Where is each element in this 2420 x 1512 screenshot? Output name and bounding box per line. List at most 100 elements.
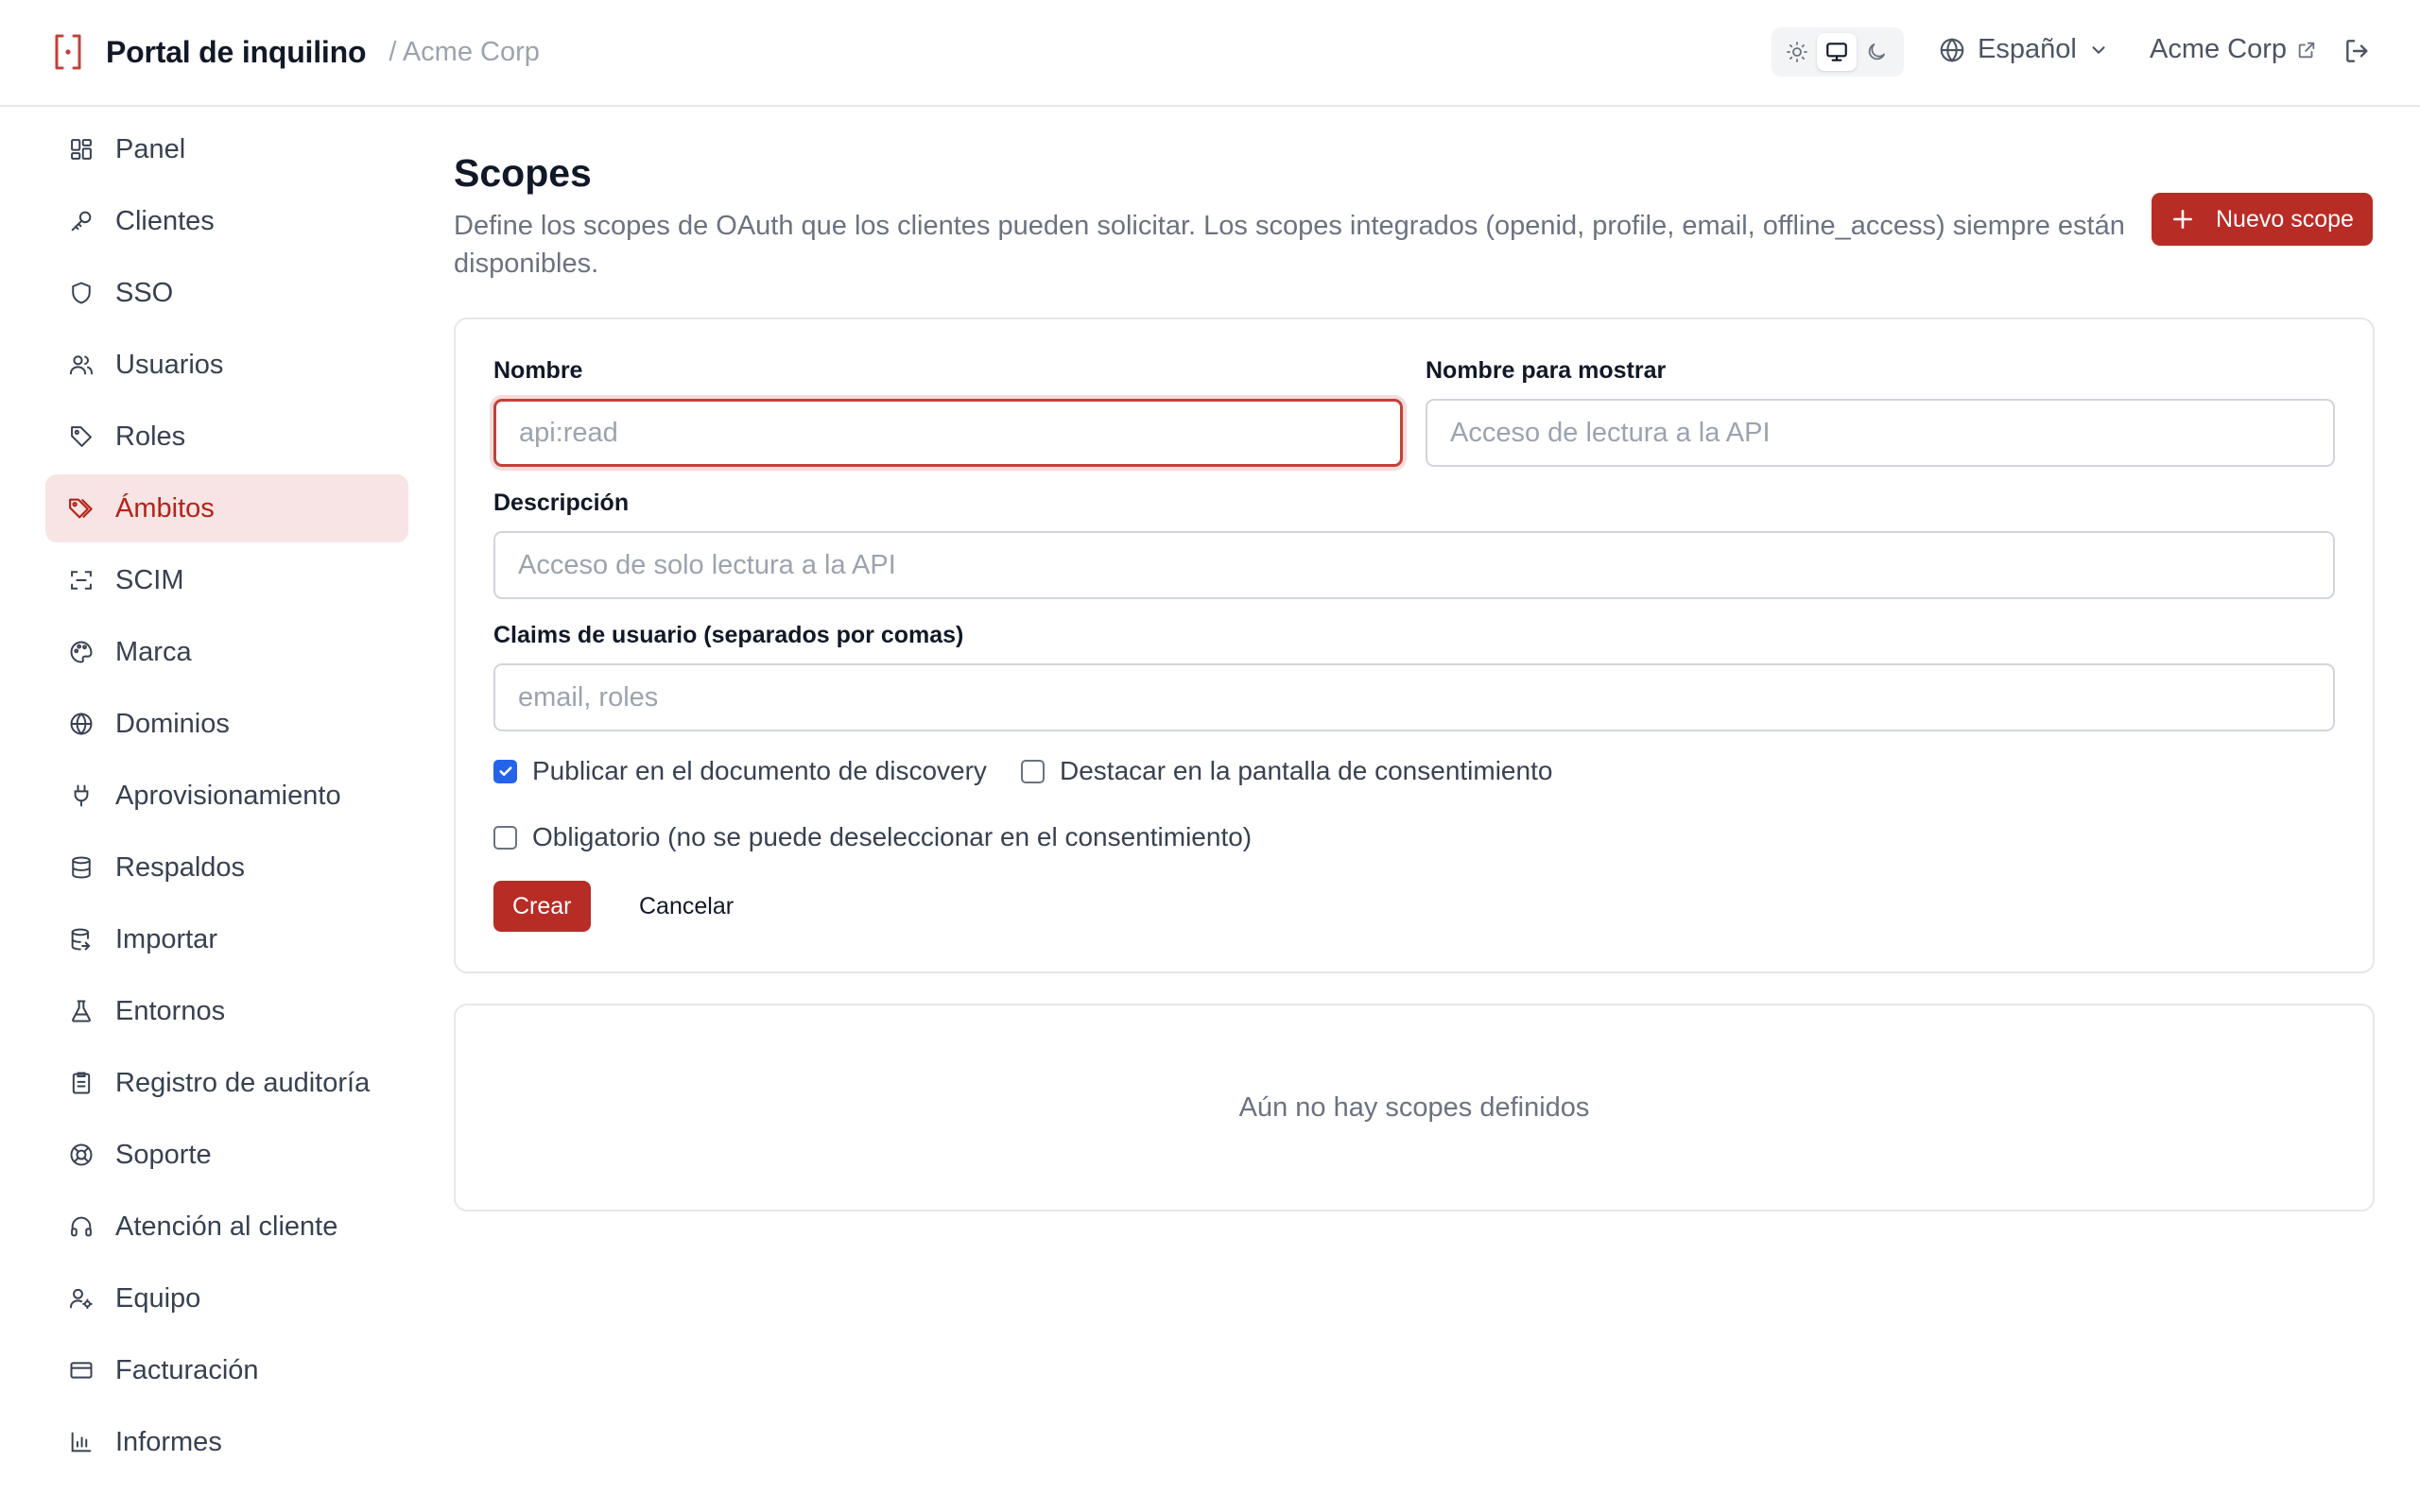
- globe-icon: [66, 709, 96, 739]
- sidebar-item-facturacion[interactable]: Facturación: [45, 1336, 408, 1404]
- sidebar-item-clientes[interactable]: Clientes: [45, 187, 408, 255]
- chevron-down-icon: [2092, 45, 2105, 54]
- theme-light-button[interactable]: [1777, 33, 1817, 71]
- tag-icon: [66, 421, 96, 452]
- sidebar-item-label: Aprovisionamiento: [115, 780, 341, 811]
- description-label: Descripción: [493, 490, 630, 516]
- checkbox-label: Destacar en la pantalla de consentimient…: [1060, 756, 1553, 785]
- key-icon: [66, 206, 96, 236]
- sidebar-item-label: SCIM: [115, 564, 184, 595]
- highlight-consent-checkbox[interactable]: Destacar en la pantalla de consentimient…: [1021, 756, 1552, 786]
- sidebar-item-importar[interactable]: Importar: [45, 905, 408, 973]
- moon-icon: [1868, 43, 1885, 60]
- sidebar-item-label: Entornos: [115, 995, 226, 1026]
- sidebar-item-label: Importar: [115, 923, 217, 954]
- page-description: Define los scopes de OAuth que los clien…: [454, 211, 2125, 279]
- user-cog-icon: [66, 1283, 96, 1314]
- clipboard-list-icon: [66, 1068, 96, 1098]
- sidebar-item-roles[interactable]: Roles: [45, 403, 408, 471]
- plus-icon: [2170, 207, 2195, 232]
- database-icon: [66, 852, 96, 883]
- required-checkbox[interactable]: Obligatorio (no se puede deseleccionar e…: [493, 822, 1252, 852]
- logout-button[interactable]: [2342, 36, 2373, 71]
- theme-system-button[interactable]: [1817, 33, 1857, 71]
- tenant-name: Acme Corp: [2150, 34, 2288, 64]
- users-icon: [66, 350, 96, 380]
- top-bar: Portal de inquilino / Acme Corp Español …: [0, 0, 2420, 107]
- sidebar-item-label: Marca: [115, 636, 192, 667]
- language-label: Español: [1978, 34, 2077, 64]
- theme-dark-button[interactable]: [1857, 33, 1896, 71]
- sidebar-item-dominios[interactable]: Dominios: [45, 690, 408, 758]
- sidebar-item-panel[interactable]: Panel: [45, 115, 408, 183]
- sidebar-item-label: Panel: [115, 133, 186, 164]
- sidebar-item-marca[interactable]: Marca: [45, 618, 408, 686]
- empty-state-message: Aún no hay scopes definidos: [1238, 1091, 1590, 1123]
- breadcrumb: / Acme Corp: [389, 36, 540, 67]
- publish-discovery-checkbox[interactable]: Publicar en el documento de discovery: [493, 756, 987, 786]
- theme-switch: [1772, 27, 1904, 77]
- check-icon: [498, 766, 512, 777]
- sidebar-item-usuarios[interactable]: Usuarios: [45, 331, 408, 399]
- sidebar-item-aprovisionamiento[interactable]: Aprovisionamiento: [45, 762, 408, 830]
- checkbox-label: Obligatorio (no se puede deseleccionar e…: [532, 822, 1253, 851]
- display-name-label: Nombre para mostrar: [1426, 357, 1667, 384]
- globe-icon: [1940, 37, 1964, 62]
- sidebar-item-label: Equipo: [115, 1282, 201, 1314]
- scopes-list-empty: Aún no hay scopes definidos: [454, 1004, 2375, 1211]
- palette-icon: [66, 637, 96, 667]
- sidebar-item-label: Ámbitos: [115, 492, 215, 524]
- layout-grid-icon: [66, 134, 96, 164]
- headphones-icon: [66, 1211, 96, 1242]
- tenant-link[interactable]: Acme Corp: [2150, 34, 2317, 65]
- create-button[interactable]: Crear: [493, 881, 591, 932]
- sidebar-item-atencion-cliente[interactable]: Atención al cliente: [45, 1193, 408, 1261]
- description-input[interactable]: [493, 531, 2335, 599]
- database-import-icon: [66, 924, 96, 954]
- name-input[interactable]: [493, 399, 1403, 467]
- sidebar-item-equipo[interactable]: Equipo: [45, 1264, 408, 1332]
- claims-input[interactable]: [493, 663, 2335, 731]
- flask-icon: [66, 996, 96, 1026]
- sidebar-item-label: SSO: [115, 277, 174, 308]
- sidebar-item-ambitos[interactable]: Ámbitos: [45, 474, 408, 542]
- sidebar-item-label: Atención al cliente: [115, 1211, 338, 1242]
- display-name-input[interactable]: [1426, 399, 2335, 467]
- page-title: Scopes: [454, 151, 592, 195]
- sun-icon: [1787, 42, 1807, 62]
- external-link-icon: [2298, 42, 2315, 58]
- bar-chart-icon: [66, 1427, 96, 1457]
- new-scope-button[interactable]: Nuevo scope: [2152, 193, 2373, 246]
- sidebar-item-label: Soporte: [115, 1139, 212, 1170]
- logout-icon: [2346, 40, 2368, 62]
- sidebar-item-label: Roles: [115, 421, 186, 452]
- sidebar-item-soporte[interactable]: Soporte: [45, 1121, 408, 1189]
- new-scope-form: Nombre Nombre para mostrar Descripción C…: [454, 318, 2375, 973]
- claims-label: Claims de usuario (separados por comas): [493, 622, 964, 648]
- language-select[interactable]: Español: [1938, 34, 2109, 65]
- sidebar-item-label: Respaldos: [115, 851, 246, 883]
- new-scope-label: Nuevo scope: [2216, 205, 2354, 232]
- brand[interactable]: Portal de inquilino / Acme Corp: [49, 30, 540, 74]
- plug-icon: [66, 781, 96, 811]
- checkbox-unchecked[interactable]: [1021, 759, 1045, 783]
- cancel-button[interactable]: Cancelar: [630, 881, 743, 932]
- sidebar-item-informes[interactable]: Informes: [45, 1408, 408, 1476]
- tags-icon: [66, 493, 96, 524]
- scan-icon: [66, 565, 96, 595]
- sidebar-item-label: Usuarios: [115, 349, 224, 380]
- sidebar-item-sso[interactable]: SSO: [45, 259, 408, 327]
- sidebar-nav: Panel Clientes SSO Usuarios Roles Ámbito…: [45, 115, 408, 1480]
- shield-icon: [66, 278, 96, 308]
- app-title: Portal de inquilino: [106, 34, 367, 69]
- checkbox-checked[interactable]: [493, 759, 517, 783]
- sidebar-item-scim[interactable]: SCIM: [45, 546, 408, 614]
- sidebar-item-label: Facturación: [115, 1354, 259, 1385]
- sidebar-item-label: Registro de auditoría: [115, 1067, 371, 1098]
- sidebar-item-respaldos[interactable]: Respaldos: [45, 833, 408, 902]
- sidebar-item-registro-auditoria[interactable]: Registro de auditoría: [45, 1049, 408, 1117]
- checkbox-unchecked[interactable]: [493, 825, 517, 850]
- sidebar-item-entornos[interactable]: Entornos: [45, 977, 408, 1045]
- sidebar-item-label: Informes: [115, 1426, 222, 1457]
- credit-card-icon: [66, 1355, 96, 1385]
